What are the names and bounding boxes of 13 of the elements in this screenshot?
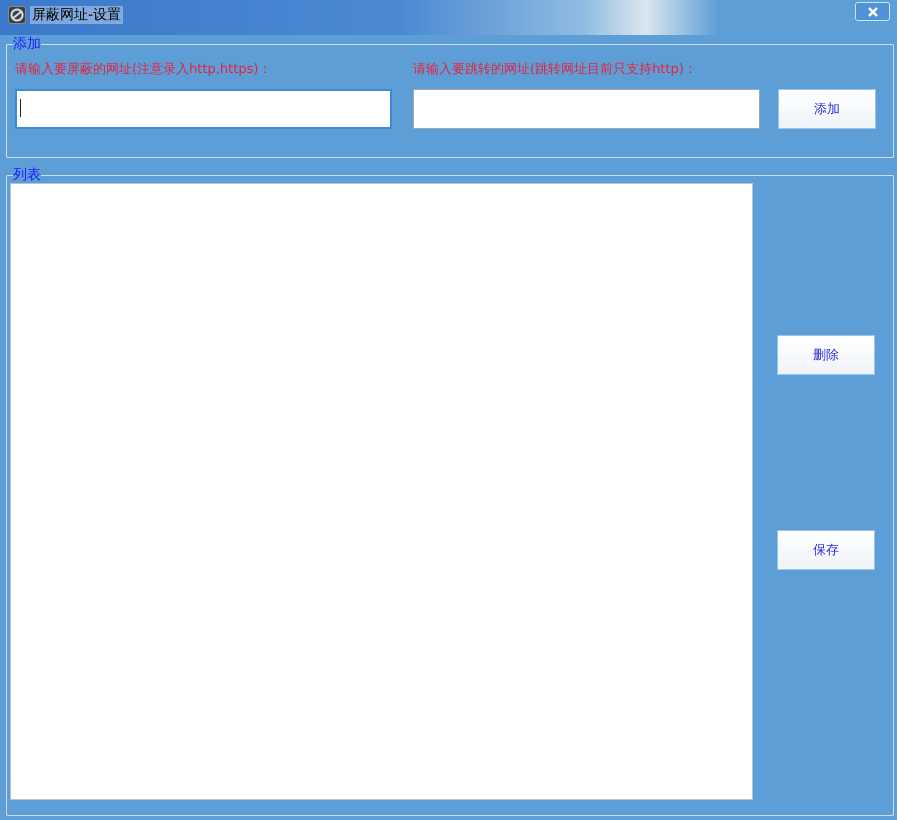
field-label: 请输入要跳转的网址(跳转网址目前只支持http)： bbox=[413, 62, 698, 78]
url-input-field[interactable] bbox=[413, 89, 760, 129]
add-button[interactable]: 添加 bbox=[778, 89, 876, 129]
app-icon bbox=[8, 6, 26, 24]
field-label: 请输入要屏蔽的网址(注意录入http,https)： bbox=[15, 62, 272, 78]
action-button[interactable]: 保存 bbox=[777, 530, 875, 570]
close-icon bbox=[866, 6, 878, 16]
close-button[interactable] bbox=[855, 2, 890, 21]
window-title: 屏蔽网址-设置 bbox=[30, 6, 124, 24]
group-title: 列表 bbox=[13, 167, 41, 183]
url-input-field[interactable] bbox=[15, 89, 392, 129]
group-title: 添加 bbox=[13, 36, 41, 52]
action-button[interactable]: 删除 bbox=[777, 335, 875, 375]
